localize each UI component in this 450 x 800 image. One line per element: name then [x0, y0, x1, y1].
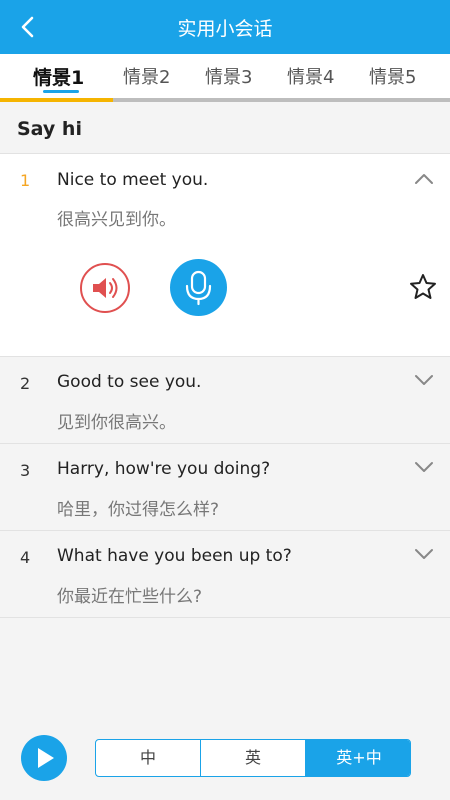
item-chinese: 你最近在忙些什么?	[57, 587, 203, 607]
item-english: Harry, how're you doing?	[57, 459, 271, 479]
item-number: 1	[20, 171, 31, 190]
play-all-button[interactable]	[21, 735, 67, 781]
section-header: Say hi	[0, 102, 450, 154]
app-header: 实用小会话	[0, 0, 450, 54]
item-english: Nice to meet you.	[57, 170, 209, 190]
play-icon	[38, 748, 54, 768]
star-icon[interactable]	[408, 272, 438, 302]
segment-english-chinese[interactable]: 英+中	[306, 740, 410, 776]
item-chinese: 见到你很高兴。	[57, 413, 176, 433]
microphone-icon	[185, 270, 212, 306]
play-audio-button[interactable]	[80, 263, 130, 313]
segment-chinese[interactable]: 中	[96, 740, 201, 776]
section-title: Say hi	[17, 118, 82, 140]
item-number: 3	[20, 461, 31, 480]
language-toggle: 中 英 英+中	[95, 739, 411, 777]
item-english: What have you been up to?	[57, 546, 292, 566]
item-number: 2	[20, 374, 31, 393]
list-item[interactable]: 1 Nice to meet you. 很高兴见到你。	[0, 154, 450, 357]
page-title: 实用小会话	[177, 18, 273, 40]
scene-tabs: 情景1 情景2 情景3 情景4 情景5	[0, 54, 450, 102]
item-number: 4	[20, 548, 31, 567]
list-item[interactable]: 2 Good to see you. 见到你很高兴。	[0, 357, 450, 444]
segment-english[interactable]: 英	[201, 740, 306, 776]
tab-scene-4[interactable]: 情景4	[287, 63, 334, 89]
item-english: Good to see you.	[57, 372, 202, 392]
list-item[interactable]: 3 Harry, how're you doing? 哈里，你过得怎么样?	[0, 444, 450, 531]
tab-scene-5[interactable]: 情景5	[369, 63, 416, 89]
chevron-down-icon[interactable]	[414, 460, 434, 474]
item-chinese: 很高兴见到你。	[57, 210, 176, 230]
active-tab-indicator	[43, 90, 79, 93]
item-chinese: 哈里，你过得怎么样?	[57, 500, 220, 520]
tab-scene-2[interactable]: 情景2	[123, 63, 170, 89]
speaker-icon	[93, 278, 118, 298]
tab-scene-1[interactable]: 情景1	[33, 63, 84, 90]
tab-scene-3[interactable]: 情景3	[205, 63, 252, 89]
chevron-down-icon[interactable]	[414, 373, 434, 387]
chevron-up-icon[interactable]	[414, 172, 434, 186]
chevron-down-icon[interactable]	[414, 547, 434, 561]
list-item[interactable]: 4 What have you been up to? 你最近在忙些什么?	[0, 531, 450, 618]
record-button[interactable]	[170, 259, 227, 316]
